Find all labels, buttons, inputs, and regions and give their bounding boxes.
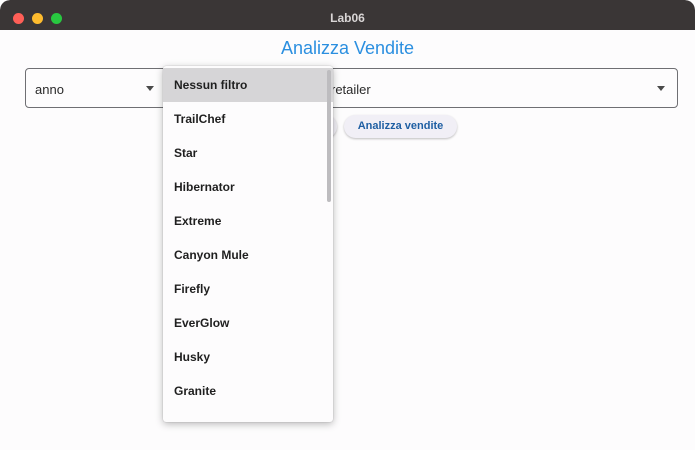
- menu-scrollbar[interactable]: [327, 70, 331, 202]
- retailer-dropdown[interactable]: retailer: [318, 68, 678, 108]
- retailer-dropdown-value: retailer: [331, 82, 371, 97]
- chevron-down-icon: [146, 86, 154, 91]
- menu-item-hibernator[interactable]: Hibernator: [163, 170, 333, 204]
- chevron-down-icon: [657, 86, 665, 91]
- menu-item-trailchef[interactable]: TrailChef: [163, 102, 333, 136]
- window-title: Lab06: [330, 11, 365, 25]
- menu-item-extreme[interactable]: Extreme: [163, 204, 333, 238]
- menu-item-granite[interactable]: Granite: [163, 374, 333, 408]
- app-window: Lab06 Analizza Vendite anno retailer Ana…: [0, 0, 695, 450]
- anno-dropdown[interactable]: anno: [25, 68, 175, 108]
- menu-item-everglow[interactable]: EverGlow: [163, 306, 333, 340]
- brand-dropdown-menu[interactable]: Nessun filtro TrailChef Star Hibernator …: [163, 66, 333, 422]
- analizza-vendite-button[interactable]: Analizza vendite: [344, 115, 457, 138]
- menu-item-nessun-filtro[interactable]: Nessun filtro: [163, 68, 333, 102]
- menu-item-canyon-mule[interactable]: Canyon Mule: [163, 238, 333, 272]
- menu-item-husky[interactable]: Husky: [163, 340, 333, 374]
- anno-dropdown-value: anno: [35, 82, 64, 97]
- title-bar: Lab06: [0, 0, 695, 30]
- page-title: Analizza Vendite: [280, 38, 415, 58]
- menu-item-firefly[interactable]: Firefly: [163, 272, 333, 306]
- menu-item-star[interactable]: Star: [163, 136, 333, 170]
